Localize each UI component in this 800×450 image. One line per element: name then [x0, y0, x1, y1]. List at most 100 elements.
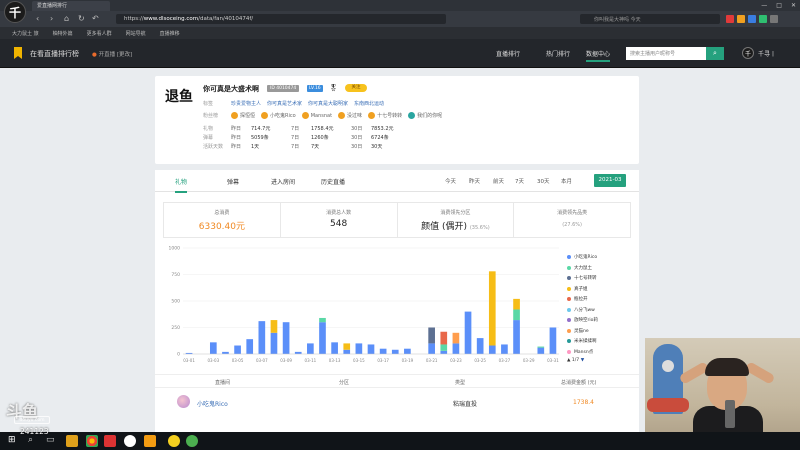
chrome-icon[interactable]: [86, 435, 98, 447]
maximize-icon[interactable]: □: [776, 2, 782, 9]
app-icon[interactable]: [186, 435, 198, 447]
refresh-icon[interactable]: ↻: [78, 14, 85, 23]
range-month[interactable]: 本月: [561, 177, 572, 185]
legend-item[interactable]: 真子姐: [567, 284, 637, 295]
nav-live-ranking[interactable]: 直播排行: [496, 49, 520, 58]
bookmark-item[interactable]: 直播推移: [160, 30, 180, 37]
menu-icon[interactable]: [770, 15, 778, 23]
browser-search-box[interactable]: 你叫我是大神吗 今天: [580, 14, 720, 24]
legend-pager[interactable]: ▲ 1/7 ▼: [567, 358, 637, 363]
bookmark-item[interactable]: 柚特外篇: [53, 30, 73, 37]
fan-item[interactable]: 我们的你呢: [408, 112, 442, 119]
follow-button[interactable]: 关注: [345, 84, 367, 92]
x-tick-label: 03-15: [353, 358, 365, 363]
tag-link[interactable]: 珍贵爱物主人: [231, 100, 261, 107]
profile-stat-label: 弹幕: [203, 135, 214, 141]
fan-item[interactable]: Mansnat: [301, 112, 332, 119]
extension-icon[interactable]: [737, 15, 745, 23]
legend-item[interactable]: 放映空rio莉: [567, 315, 637, 326]
tab-gifts[interactable]: 礼物: [175, 177, 188, 193]
app-icon[interactable]: [124, 435, 136, 447]
home-icon[interactable]: ⌂: [64, 14, 69, 23]
undo-icon[interactable]: ↶: [92, 14, 99, 23]
legend-swatch: [567, 339, 571, 344]
profile-stat-p1: 昨日: [231, 135, 242, 141]
fan-item[interactable]: 没过味: [338, 112, 362, 119]
legend-swatch: [567, 255, 571, 260]
back-icon[interactable]: ‹: [36, 14, 39, 23]
location-selector[interactable]: ● 开直播 [更改]: [92, 50, 132, 58]
user-name[interactable]: 千寻丨: [758, 49, 776, 58]
row-name[interactable]: 小吃鬼Rico: [197, 399, 228, 408]
fan-item[interactable]: 探恒恒: [231, 112, 255, 119]
app-icon[interactable]: [168, 435, 180, 447]
extension-icon[interactable]: [759, 15, 767, 23]
app-icon[interactable]: [144, 435, 156, 447]
profile-stat-p3: 30日: [351, 144, 363, 150]
profile-stat-p1: 昨日: [231, 144, 242, 150]
explorer-icon[interactable]: [66, 435, 78, 447]
address-bar[interactable]: https://www.dlsoceing.com/data/fan/40104…: [116, 14, 446, 24]
bar-segment: [404, 348, 411, 354]
bookmark-item[interactable]: 网站导航: [126, 30, 146, 37]
tag-link[interactable]: 你可真是大聪明家: [308, 100, 348, 107]
legend-item[interactable]: 十七号转转: [567, 273, 637, 284]
task-view-icon[interactable]: ▭: [46, 435, 58, 447]
bar-segment: [367, 344, 375, 354]
close-icon[interactable]: ✕: [791, 2, 796, 9]
legend-item[interactable]: 八分飞ww: [567, 305, 637, 316]
profile-stat-v2: 1260条: [311, 135, 329, 141]
legend-item[interactable]: 瓶拉开: [567, 294, 637, 305]
extension-icon[interactable]: [726, 15, 734, 23]
legend-next-icon[interactable]: ▼: [579, 358, 584, 363]
minimize-icon[interactable]: —: [761, 2, 767, 9]
tab-history[interactable]: 历史直播: [321, 177, 345, 186]
bar-segment: [549, 327, 557, 354]
search-icon[interactable]: ⌕: [28, 435, 40, 447]
range-yesterday[interactable]: 昨天: [469, 177, 480, 185]
forward-icon[interactable]: ›: [50, 14, 53, 23]
medal-icon: 🎖: [329, 84, 338, 92]
extension-icon[interactable]: [748, 15, 756, 23]
tag-link[interactable]: 东南西北运动: [354, 100, 384, 107]
x-tick-label: 03-31: [547, 358, 559, 363]
app-icon[interactable]: [104, 435, 116, 447]
legend-item[interactable]: 小吃鬼Rico: [567, 252, 637, 263]
bookmark-item[interactable]: 更多看人群: [87, 30, 112, 37]
tag-link[interactable]: 你可真是艺术家: [267, 100, 302, 107]
fan-item[interactable]: 小吃鬼Rico: [261, 112, 296, 119]
start-icon[interactable]: ⊞: [8, 435, 20, 447]
fan-item[interactable]: 十七号转转: [368, 112, 402, 119]
bookmark-item[interactable]: 大力鼠土 旅: [12, 30, 39, 37]
tab-enter-room[interactable]: 进入房间: [271, 177, 295, 186]
legend-item[interactable]: 米米揉揉啊: [567, 336, 637, 347]
bookmark-logo-icon[interactable]: [14, 47, 22, 59]
browser-tab[interactable]: 爱直播网排行: [32, 1, 110, 11]
profile-stat-v1: 714.7元: [251, 126, 271, 132]
profile-stat-p2: 7日: [291, 126, 300, 132]
user-avatar[interactable]: 千: [742, 47, 754, 59]
legend-item[interactable]: Mansn点: [567, 347, 637, 358]
legend-label: 灵猫ne: [574, 328, 589, 334]
legend-item[interactable]: 大力鼠土: [567, 263, 637, 274]
legend-item[interactable]: 灵猫ne: [567, 326, 637, 337]
site-search-input[interactable]: 搜索主播用户昵称号: [626, 47, 706, 60]
search-icon[interactable]: ⌕: [706, 47, 724, 60]
range-day-before[interactable]: 前天: [493, 177, 504, 185]
bar-segment: [391, 349, 399, 354]
range-date-picker[interactable]: 2021-03: [594, 174, 626, 187]
url-domain: www.dlsoceing.com: [143, 16, 199, 22]
x-tick-label: 03-01: [183, 358, 195, 363]
range-30days[interactable]: 30天: [537, 177, 550, 185]
fan-avatar: [368, 112, 376, 119]
site-name[interactable]: 在看直播排行榜: [30, 49, 79, 59]
range-7days[interactable]: 7天: [515, 177, 524, 185]
stat-value: 6330.40元: [198, 222, 245, 232]
table-row[interactable]: 小吃鬼Rico 粘瑞直投 1738.4: [155, 390, 639, 412]
nav-hot-ranking[interactable]: 热门排行: [546, 49, 570, 58]
streamer-profile-card: 退鱼 你可真是大盛术啊 ID 4010474 LV.16 🎖 关注 标签 珍贵爱…: [155, 76, 639, 164]
row-type: 粘瑞直投: [453, 401, 478, 408]
nav-data-center[interactable]: 数据中心: [586, 49, 611, 62]
tab-danmaku[interactable]: 弹幕: [227, 177, 239, 186]
range-today[interactable]: 今天: [445, 177, 456, 185]
